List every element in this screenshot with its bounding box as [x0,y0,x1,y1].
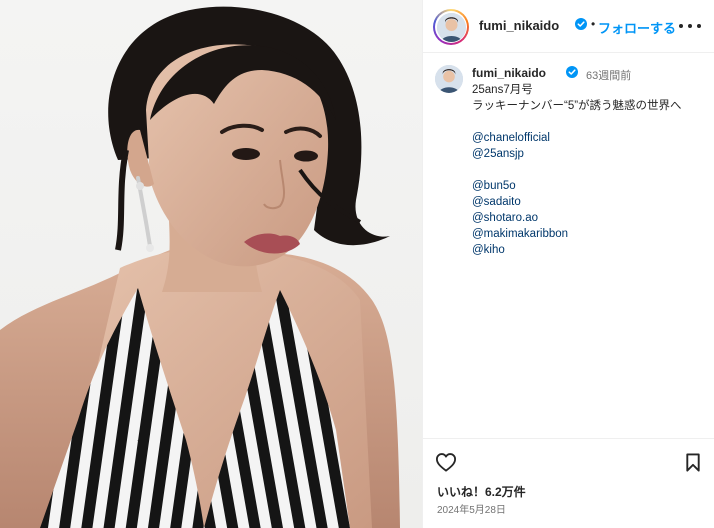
caption-username[interactable]: fumi_nikaido [472,66,546,80]
story-ring[interactable] [433,9,469,45]
verified-badge-icon [566,66,578,78]
follow-button[interactable]: フォローする [598,18,676,37]
mention-link[interactable]: @bun5o [472,178,708,194]
mention-link[interactable]: @makimakaribbon [472,226,708,242]
caption-line: ラッキーナンバー“5”が誘う魅惑の世界へ [472,100,682,112]
more-options-icon[interactable] [679,16,701,36]
caption-text: 25ans7月号 ラッキーナンバー“5”が誘う魅惑の世界へ @chaneloff… [472,82,708,258]
mention-link[interactable]: @25ansjp [472,146,708,162]
likes-count[interactable]: いいね！6.2万件 [437,483,526,500]
post-header: fumi_nikaido • フォローする [423,0,714,53]
avatar[interactable] [436,12,466,42]
post-actions: いいね！6.2万件 2024年5月28日 [423,438,714,528]
post-side-panel: fumi_nikaido • フォローする fumi_nikaido 63週間前… [422,0,714,528]
caption-line: 25ans7月号 [472,84,533,96]
caption-avatar[interactable] [435,65,463,93]
separator-dot: • [591,17,596,31]
post-time-ago[interactable]: 63週間前 [586,67,631,83]
caption-section: fumi_nikaido 63週間前 25ans7月号 ラッキーナンバー“5”が… [423,54,714,438]
instagram-post: fumi_nikaido • フォローする fumi_nikaido 63週間前… [0,0,714,528]
post-photo[interactable] [0,0,422,528]
verified-badge-icon [575,18,587,30]
mention-link[interactable]: @sadaito [472,194,708,210]
portrait-illustration [0,6,400,528]
heart-icon[interactable] [435,452,457,472]
bookmark-icon[interactable] [685,453,701,472]
header-username[interactable]: fumi_nikaido [479,18,559,33]
mention-link[interactable]: @shotaro.ao [472,210,708,226]
mention-link[interactable]: @chanelofficial [472,130,708,146]
mention-link[interactable]: @kiho [472,242,708,258]
post-date[interactable]: 2024年5月28日 [437,501,506,516]
